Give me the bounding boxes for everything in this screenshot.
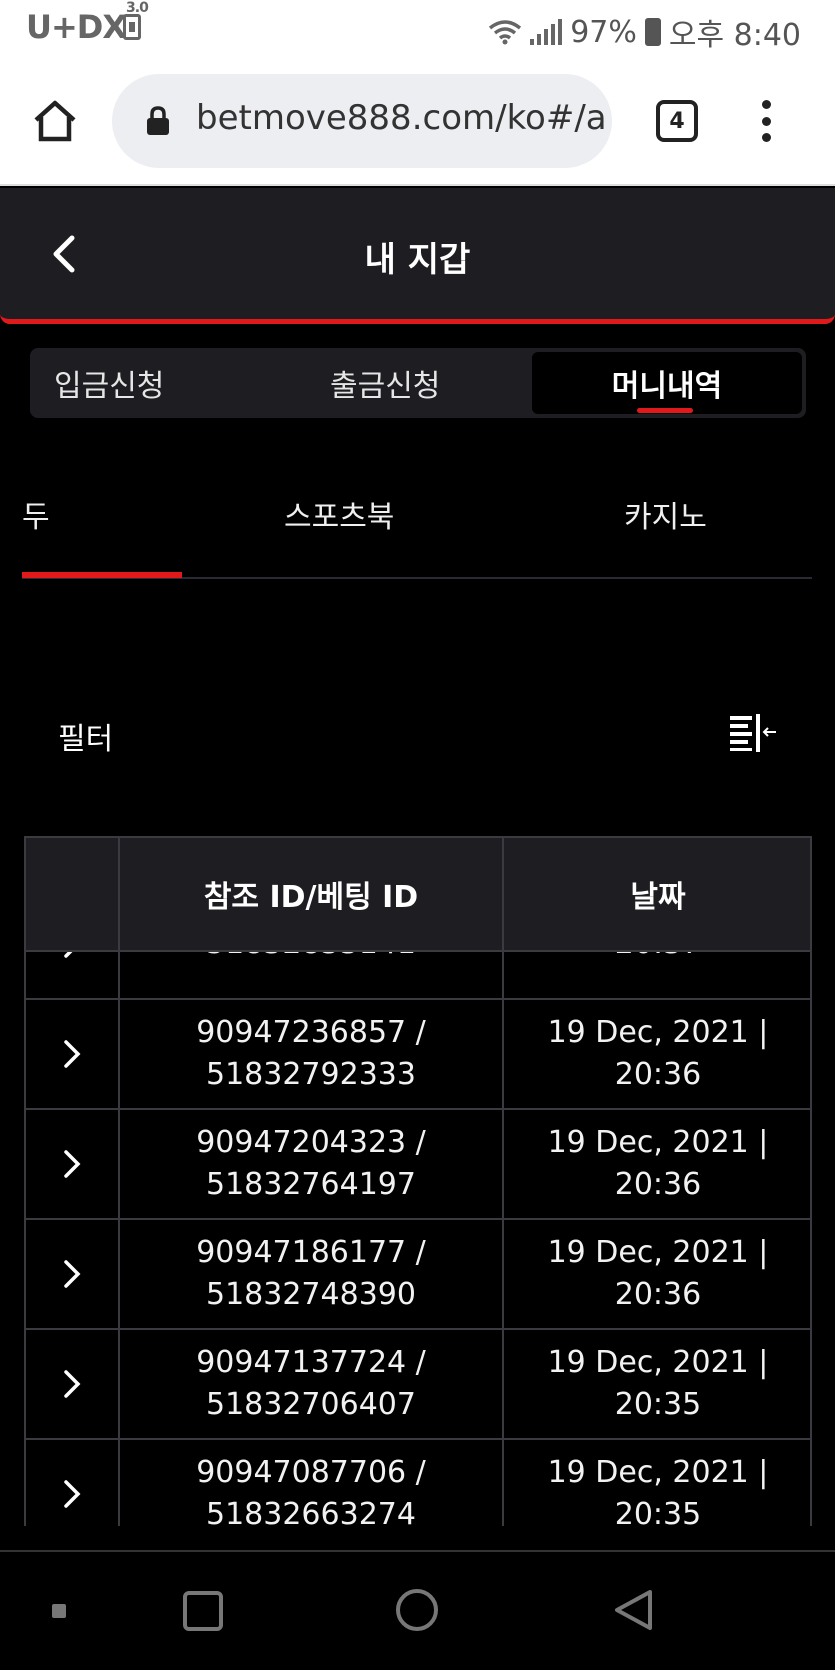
header-date: 날짜	[502, 838, 812, 950]
overview-square-icon[interactable]	[182, 1590, 224, 1632]
table-row[interactable]: 90947137724 / 51832706407 19 Dec, 2021 | 2…	[24, 1330, 812, 1440]
bet-id: 51832663274	[206, 1497, 416, 1526]
date-cell: 19 Dec, 2021 | 20:35	[502, 1440, 812, 1526]
tab-money-history[interactable]: 머니내역	[532, 352, 802, 414]
table-row[interactable]: 90947186177 / 51832748390 19 Dec, 2021 | 2…	[24, 1220, 812, 1330]
time: 20:36	[614, 1057, 702, 1092]
back-triangle-icon[interactable]	[612, 1588, 654, 1632]
bet-id: 51832748390	[206, 1277, 416, 1312]
header-expand	[26, 838, 118, 950]
ref-bet-id: 90947087706 / 51832663274	[118, 1440, 502, 1526]
table-row[interactable]: 90947236857 / 51832792333 19 Dec, 2021 | 2…	[24, 1000, 812, 1110]
row-expand[interactable]	[26, 952, 118, 998]
chevron-right-icon[interactable]	[63, 1259, 81, 1289]
ref-bet-id: 90947204323 / 51832764197	[118, 1110, 502, 1218]
table-row[interactable]: 90947204323 / 51832764197 19 Dec, 2021 | 2…	[24, 1110, 812, 1220]
chevron-right-icon[interactable]	[63, 1039, 81, 1069]
tab-deposit-request[interactable]: 입금신청	[54, 348, 164, 418]
time: 20:35	[614, 1497, 702, 1526]
ref-id: 90947137724 /	[196, 1345, 426, 1380]
chevron-right-icon[interactable]	[63, 1369, 81, 1399]
row-expand[interactable]	[26, 1110, 118, 1218]
active-tab-underline	[637, 408, 693, 413]
page-title: 내 지갑	[364, 240, 471, 280]
ref-id: 90947236857 /	[196, 1015, 426, 1050]
table-row[interactable]: 51832833141 20:37	[24, 952, 812, 1000]
header-ref-bet-id: 참조 ID/베팅 ID	[118, 838, 502, 950]
home-circle-icon[interactable]	[395, 1588, 439, 1632]
date: 19 Dec, 2021 |	[547, 1345, 769, 1380]
date-cell: 19 Dec, 2021 | 20:36	[502, 1110, 812, 1218]
browser-menu-icon[interactable]	[760, 100, 772, 142]
date-cell: 19 Dec, 2021 | 20:36	[502, 1000, 812, 1108]
bet-id: 51832706407	[206, 1387, 416, 1422]
table-header: 참조 ID/베팅 ID 날짜	[24, 836, 812, 952]
ref-bet-id: 90947236857 / 51832792333	[118, 1000, 502, 1108]
date: 19 Dec, 2021 |	[547, 1455, 769, 1490]
status-bar: U+DX3.0 97% 오후 8:40	[0, 0, 835, 60]
time: 20:35	[614, 1387, 702, 1422]
filter-label[interactable]: 필터	[58, 714, 113, 758]
table-row[interactable]: 90947087706 / 51832663274 19 Dec, 2021 | 2…	[24, 1440, 812, 1526]
chevron-right-icon[interactable]	[63, 1479, 81, 1509]
system-nav-bar	[0, 1550, 835, 1670]
row-expand[interactable]	[26, 1330, 118, 1438]
battery-percent: 97%	[570, 14, 637, 50]
bet-id: 51832792333	[206, 1057, 416, 1092]
ref-bet-id: 90947186177 / 51832748390	[118, 1220, 502, 1328]
signal-icon	[530, 19, 563, 45]
address-bar[interactable]: betmove888.com/ko#/a	[112, 74, 612, 168]
sim-card-icon	[123, 14, 141, 40]
row-expand[interactable]	[26, 1440, 118, 1526]
subtab-sportsbook[interactable]: 스포츠북	[284, 492, 394, 536]
filter-toggle-icon[interactable]	[728, 712, 778, 752]
date-cell: 19 Dec, 2021 | 20:35	[502, 1330, 812, 1438]
battery-charging-icon	[644, 18, 661, 46]
date: 19 Dec, 2021 |	[547, 1235, 769, 1270]
chevron-right-icon[interactable]	[63, 1149, 81, 1179]
subtab-all[interactable]: 두	[22, 492, 50, 536]
wallet-header: 내 지갑	[0, 188, 835, 324]
ref-bet-id: 90947137724 / 51832706407	[118, 1330, 502, 1438]
home-icon[interactable]	[32, 98, 78, 144]
browser-toolbar: betmove888.com/ko#/a 4	[0, 60, 835, 186]
time: 20:36	[614, 1167, 702, 1202]
ref-bet-id: 51832833141	[118, 952, 502, 998]
chevron-right-icon[interactable]	[63, 952, 81, 959]
date-cell: 20:37	[502, 952, 812, 998]
bet-id: 51832764197	[206, 1167, 416, 1202]
row-expand[interactable]	[26, 1000, 118, 1108]
recent-dot-icon[interactable]	[52, 1604, 66, 1618]
table-body[interactable]: 51832833141 20:37 90947236857 / 518327923…	[24, 952, 812, 1526]
time: 20:37	[615, 952, 701, 965]
url-text[interactable]: betmove888.com/ko#/a	[196, 98, 607, 138]
date: 19 Dec, 2021 |	[547, 1015, 769, 1050]
tab-withdraw-request[interactable]: 출금신청	[330, 348, 440, 418]
ref-id: 90947087706 /	[196, 1455, 426, 1490]
subtab-casino[interactable]: 카지노	[624, 492, 707, 536]
tab-switcher-button[interactable]: 4	[656, 100, 698, 142]
clock: 오후 8:40	[668, 18, 801, 53]
ref-id: 90947186177 /	[196, 1235, 426, 1270]
lock-icon	[147, 106, 169, 135]
bet-id: 51832833141	[206, 952, 416, 965]
row-expand[interactable]	[26, 1220, 118, 1328]
money-history-table: 참조 ID/베팅 ID 날짜 51832833141 20:37 9094723…	[24, 836, 812, 1526]
wifi-icon	[489, 20, 522, 45]
subtab-active-indicator	[22, 572, 182, 578]
date-cell: 19 Dec, 2021 | 20:36	[502, 1220, 812, 1328]
date: 19 Dec, 2021 |	[547, 1125, 769, 1160]
time: 20:36	[614, 1277, 702, 1312]
ref-id: 90947204323 /	[196, 1125, 426, 1160]
